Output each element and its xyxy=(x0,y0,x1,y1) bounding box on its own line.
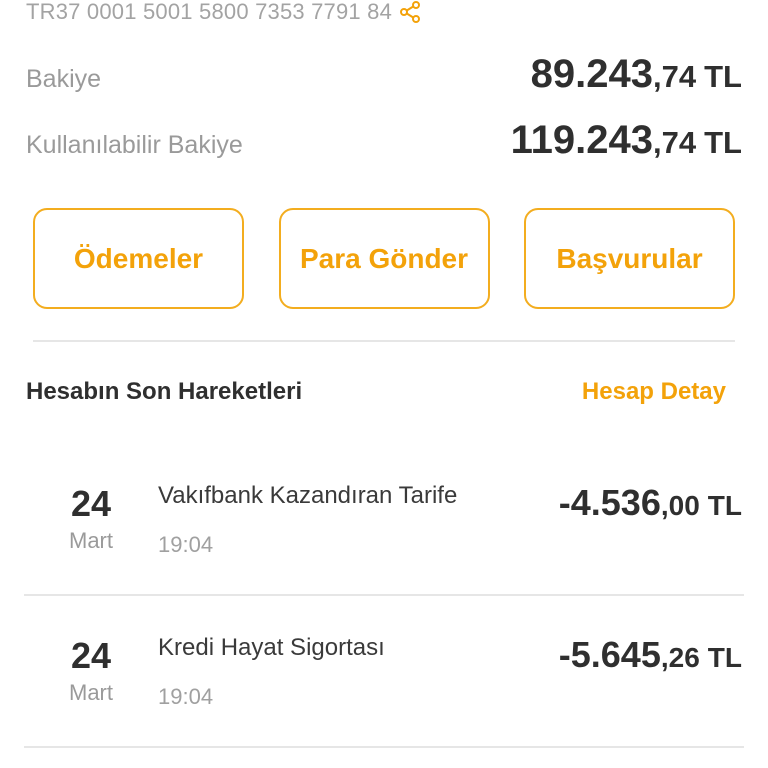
transaction-currency: TL xyxy=(707,642,742,673)
quick-actions: Ödemeler Para Gönder Başvurular xyxy=(33,208,735,309)
transaction-amount-decimal: ,00 xyxy=(660,490,700,521)
payments-button[interactable]: Ödemeler xyxy=(33,208,244,309)
transaction-amount: -5.645,26 TL xyxy=(559,634,742,676)
iban-row: TR37 0001 5001 5800 7353 7791 84 xyxy=(26,0,422,26)
divider xyxy=(24,594,744,596)
available-balance-currency: TL xyxy=(704,125,742,160)
share-icon[interactable] xyxy=(398,0,422,24)
available-balance-row: Kullanılabilir Bakiye 119.243,74 TL xyxy=(26,118,742,163)
available-balance-amount: 119.243,74 TL xyxy=(511,118,742,163)
transaction-date: 24 Mart xyxy=(56,484,126,554)
transaction-row[interactable]: 24 Mart Kredi Hayat Sigortası 19:04 -5.6… xyxy=(0,630,768,740)
transaction-description: Kredi Hayat Sigortası xyxy=(158,634,385,661)
account-detail-link[interactable]: Hesap Detay xyxy=(582,378,726,406)
applications-button[interactable]: Başvurular xyxy=(524,208,735,309)
transaction-amount-integer: -5.645 xyxy=(558,634,661,675)
available-balance-label: Kullanılabilir Bakiye xyxy=(26,131,243,159)
balance-amount: 89.243,74 TL xyxy=(531,52,742,97)
transaction-month: Mart xyxy=(69,680,113,705)
available-balance-decimal: ,74 xyxy=(653,125,697,160)
balance-row: Bakiye 89.243,74 TL xyxy=(26,52,742,97)
transaction-date: 24 Mart xyxy=(56,636,126,706)
transaction-amount-integer: -4.536 xyxy=(558,482,661,523)
transaction-month: Mart xyxy=(69,528,113,553)
balance-integer: 89.243 xyxy=(530,52,654,96)
iban-text: TR37 0001 5001 5800 7353 7791 84 xyxy=(26,0,393,24)
transaction-day: 24 xyxy=(70,635,112,676)
section-title: Hesabın Son Hareketleri xyxy=(26,378,303,405)
transaction-amount-decimal: ,26 xyxy=(660,642,700,673)
transaction-time: 19:04 xyxy=(158,684,214,709)
available-balance-integer: 119.243 xyxy=(510,118,654,162)
transaction-description: Vakıfbank Kazandıran Tarife xyxy=(158,482,458,509)
divider xyxy=(33,340,735,342)
transaction-day: 24 xyxy=(70,483,112,524)
balance-label: Bakiye xyxy=(26,65,102,93)
transaction-currency: TL xyxy=(707,490,742,521)
transaction-time: 19:04 xyxy=(158,532,214,557)
recent-transactions-header: Hesabın Son Hareketleri Hesap Detay xyxy=(26,378,726,406)
divider xyxy=(24,746,744,748)
balance-decimal: ,74 xyxy=(653,59,697,94)
transaction-amount: -4.536,00 TL xyxy=(559,482,742,524)
balance-currency: TL xyxy=(704,59,742,94)
transaction-row[interactable]: 24 Mart Vakıfbank Kazandıran Tarife 19:0… xyxy=(0,478,768,588)
send-money-button[interactable]: Para Gönder xyxy=(278,208,490,309)
